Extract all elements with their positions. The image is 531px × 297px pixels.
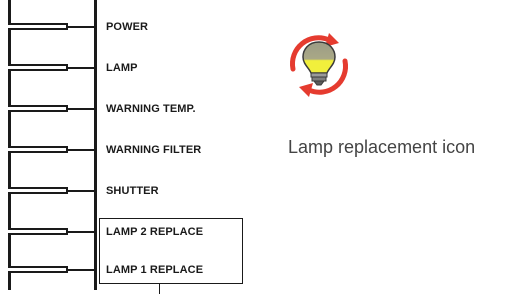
indicator-label-warning-filter: WARNING FILTER <box>106 144 202 156</box>
indicator-lead <box>68 190 94 192</box>
indicator-lead <box>68 269 94 271</box>
lamp-replacement-icon <box>289 33 349 97</box>
lamp-replace-callout-tick <box>159 284 160 294</box>
indicator-lead <box>68 108 94 110</box>
indicator-led-lamp <box>8 64 68 71</box>
icon-caption: Lamp replacement icon <box>288 137 476 157</box>
panel-divider <box>94 0 97 290</box>
indicator-led-warning-temp <box>8 105 68 112</box>
lamp-replace-callout-box <box>99 218 243 284</box>
indicator-label-warning-temp: WARNING TEMP. <box>106 103 196 115</box>
indicator-led-shutter <box>8 187 68 194</box>
indicator-led-lamp1-replace <box>8 266 68 273</box>
indicator-lead <box>68 67 94 69</box>
indicator-label-lamp: LAMP <box>106 62 138 74</box>
indicator-lead <box>68 26 94 28</box>
panel-edge <box>8 0 11 290</box>
indicator-lead <box>68 231 94 233</box>
indicator-led-power <box>8 23 68 30</box>
indicator-led-lamp2-replace <box>8 228 68 235</box>
indicator-led-warning-filter <box>8 146 68 153</box>
bulb-icon <box>302 41 336 86</box>
indicator-label-power: POWER <box>106 21 149 33</box>
indicator-label-shutter: SHUTTER <box>106 185 159 197</box>
indicator-lead <box>68 149 94 151</box>
